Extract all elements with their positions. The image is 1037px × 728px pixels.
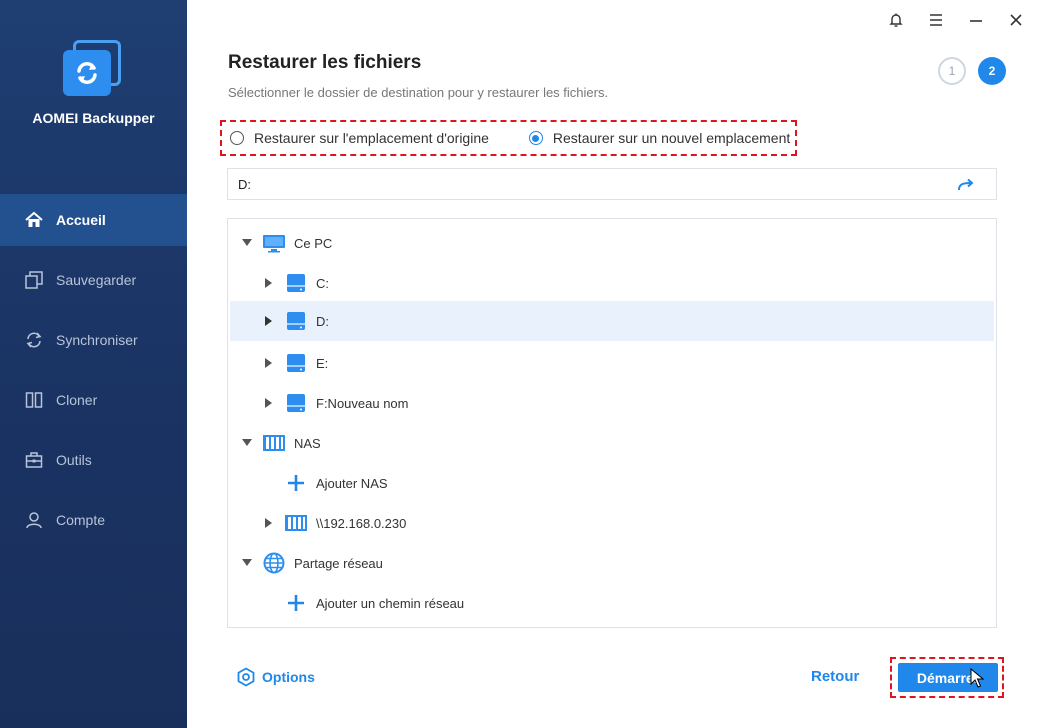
page-subtitle: Sélectionner le dossier de destination p… [228, 85, 609, 100]
sidebar-item-accueil[interactable]: Accueil [0, 194, 187, 246]
sidebar-item-sauvegarder[interactable]: Sauvegarder [0, 254, 187, 306]
computer-icon [262, 231, 286, 255]
tree-label: D: [316, 313, 329, 329]
tree-node-drive-f[interactable]: F:Nouveau nom [230, 383, 994, 423]
tree-label: Ajouter un chemin réseau [316, 595, 465, 611]
tree-node-drive-d[interactable]: D: [230, 301, 994, 341]
sidebar-item-label: Cloner [56, 392, 98, 408]
step-indicator-1: 1 [938, 57, 966, 85]
restore-location-options: Restaurer sur l'emplacement d'origine Re… [220, 120, 797, 156]
app-name: AOMEI Backupper [32, 110, 155, 126]
destination-path-input[interactable]: D: [227, 168, 997, 200]
plus-icon [284, 471, 308, 495]
backup-icon [24, 270, 44, 290]
expanded-arrow-icon[interactable] [242, 438, 252, 448]
add-nas-button[interactable]: Ajouter NAS [230, 463, 994, 503]
home-icon [24, 210, 44, 230]
tree-node-ce-pc[interactable]: Ce PC [230, 223, 994, 263]
collapsed-arrow-icon[interactable] [264, 316, 274, 326]
radio-button[interactable] [230, 131, 244, 145]
step-indicator-2: 2 [978, 57, 1006, 85]
collapsed-arrow-icon[interactable] [264, 278, 274, 288]
drive-icon [284, 391, 308, 415]
user-icon [24, 510, 44, 530]
tree-label: F:Nouveau nom [316, 395, 409, 411]
tree-node-nas-device[interactable]: \\192.168.0.230 [230, 503, 994, 543]
nas-icon [284, 511, 308, 535]
add-network-path-button[interactable]: Ajouter un chemin réseau [230, 583, 994, 623]
browse-arrow-icon[interactable] [956, 175, 976, 195]
sync-icon [24, 330, 44, 350]
clone-icon [24, 390, 44, 410]
tree-label: Ajouter NAS [316, 475, 388, 491]
tree-node-drive-c[interactable]: C: [230, 263, 994, 303]
options-label: Options [262, 669, 315, 685]
tree-label: NAS [294, 435, 321, 451]
folder-tree: Ce PC C: D: E: F:Nouveau nom NAS Ajouter… [227, 218, 997, 628]
expanded-arrow-icon[interactable] [242, 558, 252, 568]
sidebar-item-outils[interactable]: Outils [0, 434, 187, 486]
tree-label: Partage réseau [294, 555, 383, 571]
app-logo [63, 40, 123, 98]
sidebar-item-label: Outils [56, 452, 92, 468]
menu-icon[interactable] [926, 10, 946, 30]
sidebar-item-compte[interactable]: Compte [0, 494, 187, 546]
sidebar-item-label: Synchroniser [56, 332, 138, 348]
plus-icon [284, 591, 308, 615]
close-icon[interactable] [1006, 10, 1026, 30]
minimize-icon[interactable] [966, 10, 986, 30]
collapsed-arrow-icon[interactable] [264, 358, 274, 368]
radio-original-location[interactable]: Restaurer sur l'emplacement d'origine [230, 130, 489, 146]
expanded-arrow-icon[interactable] [242, 238, 252, 248]
radio-label: Restaurer sur un nouvel emplacement [552, 130, 791, 146]
sidebar: AOMEI Backupper Accueil Sauvegarder Sync… [0, 0, 187, 728]
collapsed-arrow-icon[interactable] [264, 398, 274, 408]
tree-label: E: [316, 355, 329, 371]
sidebar-item-label: Compte [56, 512, 106, 528]
drive-icon [284, 351, 308, 375]
tree-label: Ce PC [294, 235, 333, 251]
sidebar-item-label: Accueil [56, 212, 106, 228]
back-button[interactable]: Retour [811, 668, 859, 685]
radio-label: Restaurer sur l'emplacement d'origine [254, 130, 489, 146]
tree-node-drive-e[interactable]: E: [230, 343, 994, 383]
drive-icon [284, 309, 308, 333]
radio-new-location[interactable]: Restaurer sur un nouvel emplacement [528, 130, 791, 146]
collapsed-arrow-icon[interactable] [264, 518, 274, 528]
page-title: Restaurer les fichiers [228, 52, 422, 73]
tree-label: C: [316, 275, 329, 291]
sidebar-item-cloner[interactable]: Cloner [0, 374, 187, 426]
tree-node-network-share[interactable]: Partage réseau [230, 543, 994, 583]
tree-label: \\192.168.0.230 [316, 515, 407, 531]
nas-icon [262, 431, 286, 455]
start-button-highlight: Démarrer [890, 657, 1004, 698]
path-value: D: [238, 176, 251, 192]
tree-node-nas[interactable]: NAS [230, 423, 994, 463]
sidebar-item-synchroniser[interactable]: Synchroniser [0, 314, 187, 366]
toolbox-icon [24, 450, 44, 470]
globe-icon [262, 551, 286, 575]
sidebar-item-label: Sauvegarder [56, 272, 137, 288]
radio-button-selected[interactable] [528, 131, 543, 145]
drive-icon [284, 271, 308, 295]
settings-hex-icon [236, 667, 256, 687]
notification-bell-icon[interactable] [886, 10, 906, 30]
mouse-cursor-icon [970, 667, 985, 688]
options-button[interactable]: Options [236, 667, 315, 687]
